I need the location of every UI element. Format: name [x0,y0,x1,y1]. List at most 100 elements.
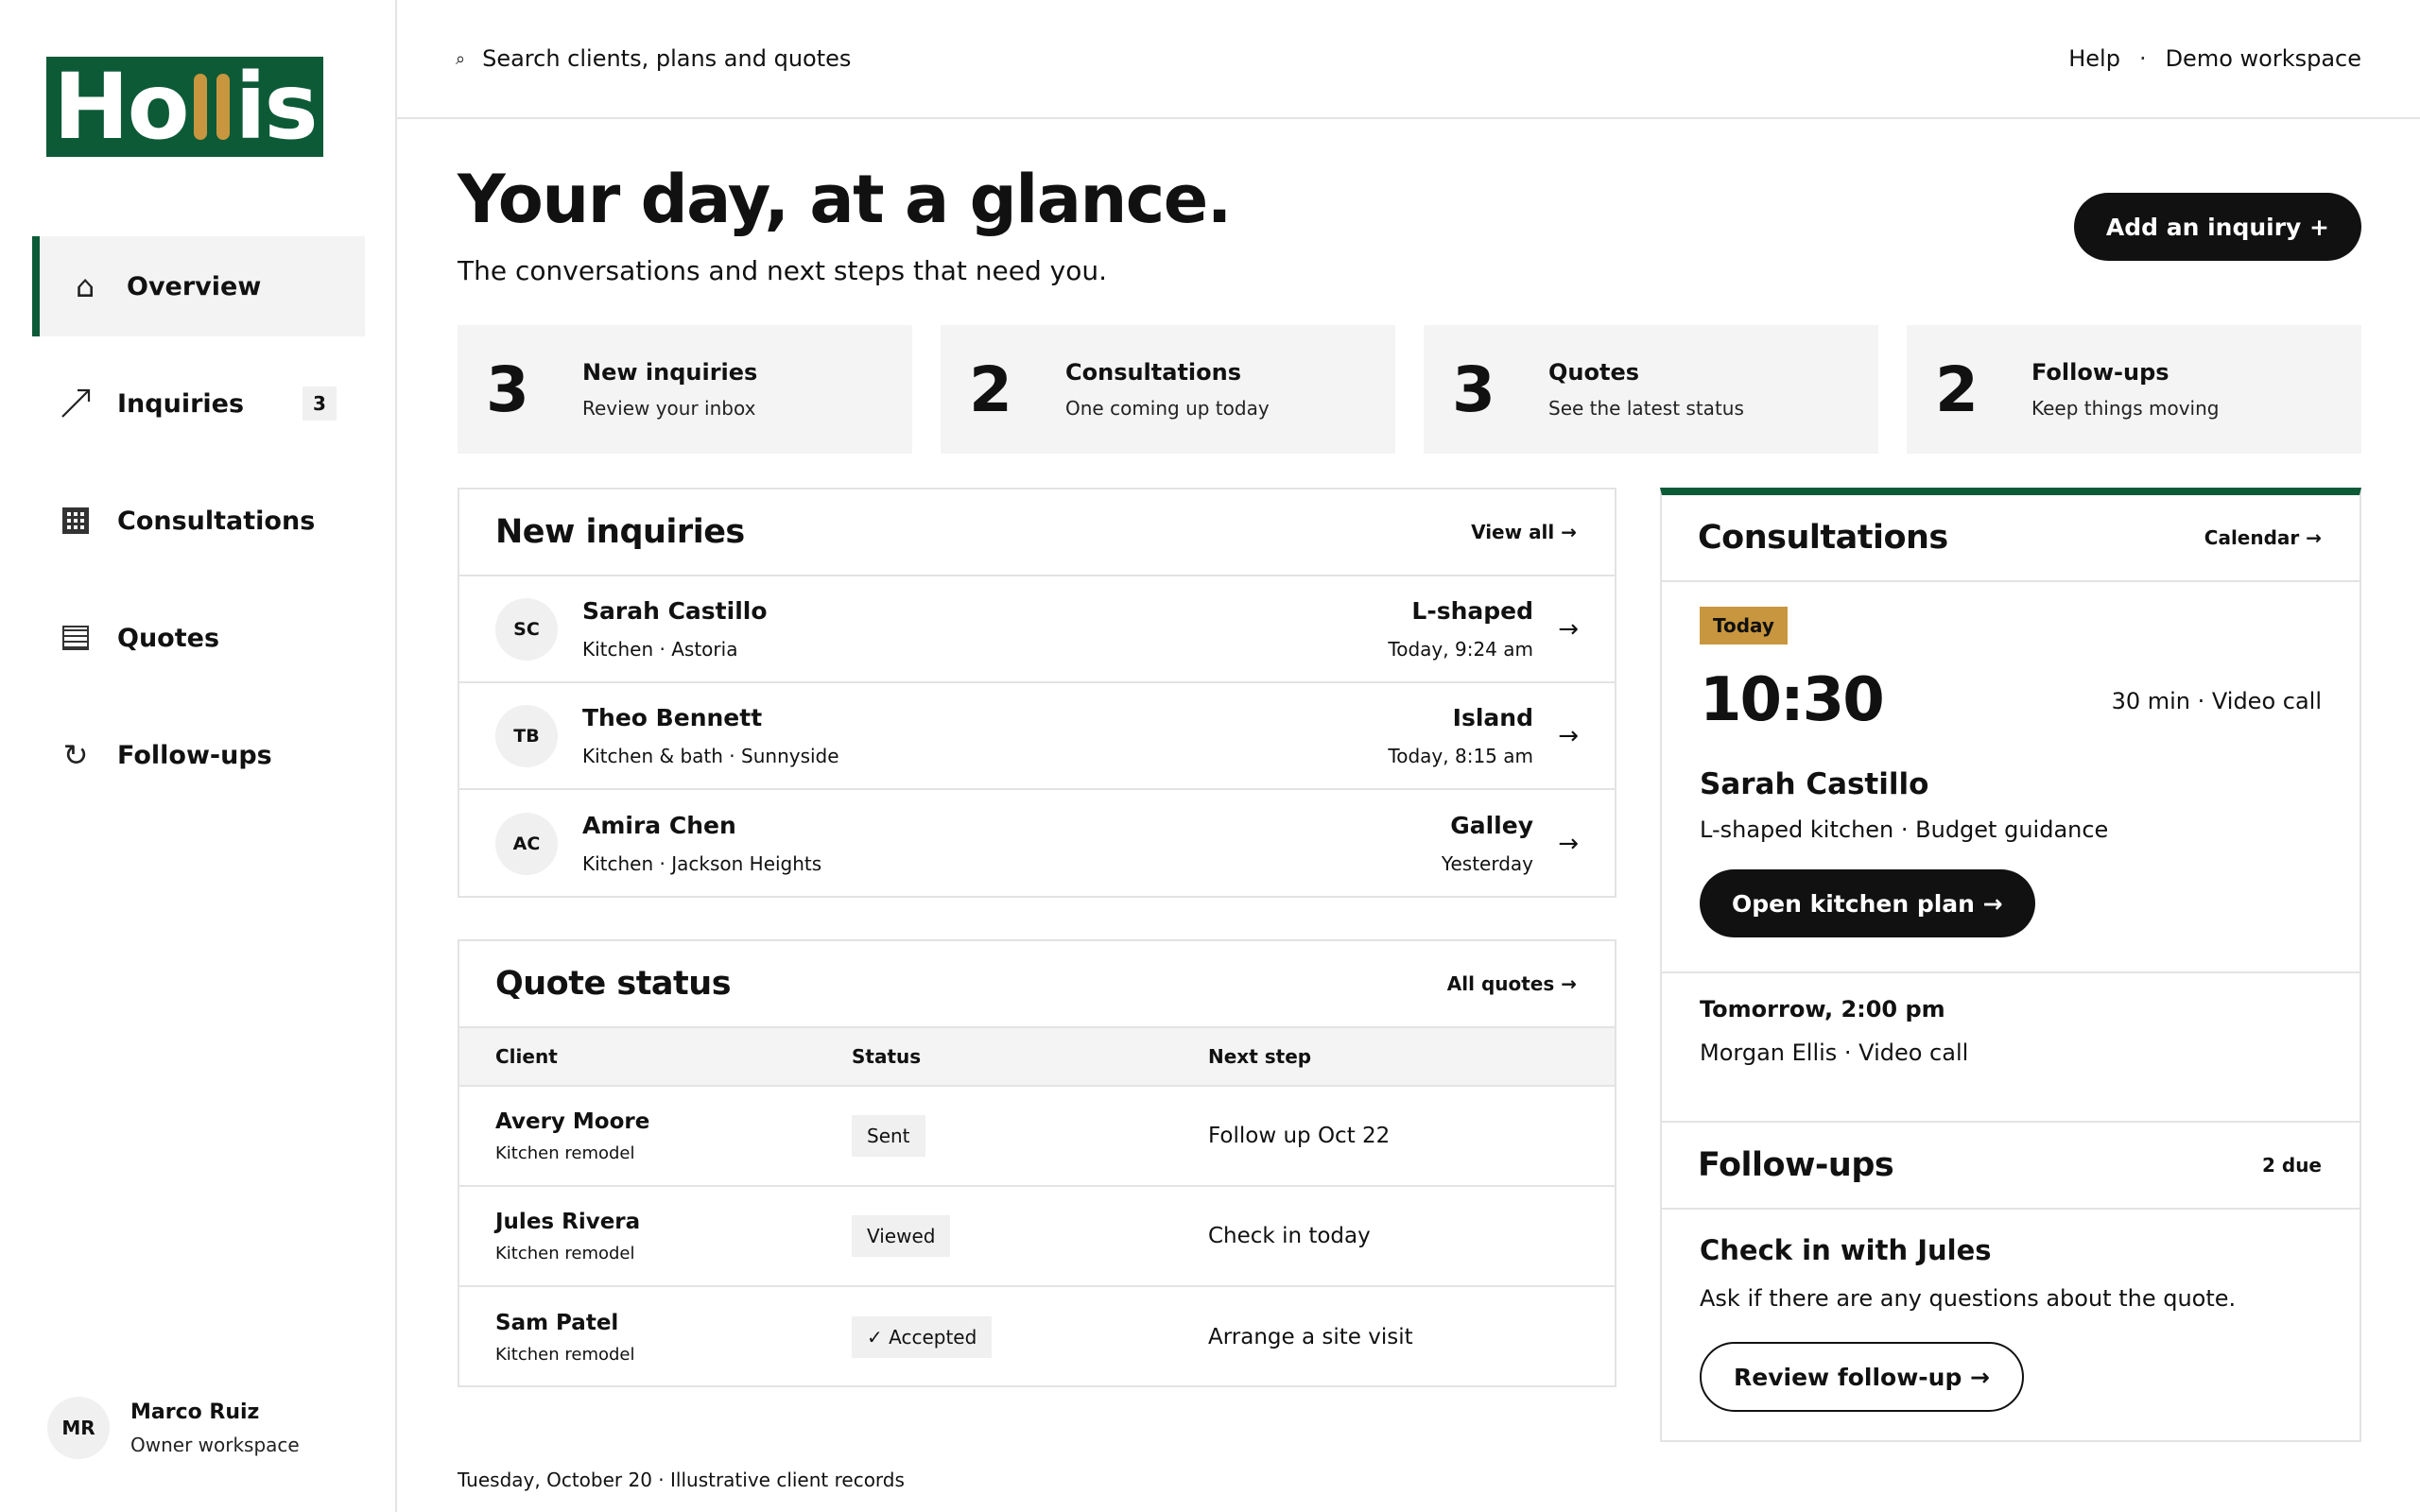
table-header: Client Status Next step [459,1028,1615,1087]
quote-project: Kitchen remodel [495,1243,635,1263]
column-header-status: Status [852,1045,922,1068]
stat-number: 2 [969,352,1012,426]
stat-title: Quotes [1548,359,1640,386]
status-badge: Viewed [852,1215,951,1257]
sidebar-item-follow-ups[interactable]: ↻ Follow-ups [32,705,365,805]
next-consultation-details: Morgan Ellis · Video call [1700,1040,1969,1066]
sidebar-item-quotes[interactable]: Quotes [32,588,365,688]
inquiry-details: Kitchen · Astoria [582,638,738,661]
consultation-meta: 30 min · Video call [2111,688,2322,714]
top-links: Help · Demo workspace [2068,45,2361,72]
inquiries-count-badge: 3 [302,387,337,421]
logo-text-end: is [234,54,319,160]
stat-subtitle: Keep things moving [2031,397,2220,420]
stat-card-quotes[interactable]: 3 Quotes See the latest status [1424,325,1878,454]
table-row[interactable]: Jules Rivera Kitchen remodel Viewed Chec… [459,1187,1615,1287]
new-inquiries-panel: New inquiries View all → SC Sarah Castil… [458,488,1616,898]
consultations-panel: Consultations Calendar → Today 10:30 30 … [1660,488,2361,1198]
stat-number: 3 [486,352,529,426]
follow-ups-count: 2 due [2262,1154,2322,1177]
table-row[interactable]: Sam Patel Kitchen remodel ✓ Accepted Arr… [459,1287,1615,1387]
stat-title: Follow-ups [2031,359,2169,386]
workspace-switcher[interactable]: Demo workspace [2166,45,2361,72]
refresh-icon: ↻ [62,737,89,773]
list-item[interactable]: AC Amira Chen Kitchen · Jackson Heights … [459,790,1615,897]
sidebar-item-label: Follow-ups [117,740,272,770]
review-follow-up-button[interactable]: Review follow-up → [1700,1342,2025,1412]
sidebar-item-overview[interactable]: ⌂ Overview [32,236,365,336]
sidebar-item-consultations[interactable]: Consultations [32,471,365,571]
user-name: Marco Ruiz [130,1400,260,1424]
stat-card-follow-ups[interactable]: 2 Follow-ups Keep things moving [1907,325,2361,454]
list-item[interactable]: SC Sarah Castillo Kitchen · Astoria L-sh… [459,576,1615,683]
stat-card-consultations[interactable]: 2 Consultations One coming up today [941,325,1395,454]
avatar: SC [495,597,558,661]
user-profile[interactable]: MR Marco Ruiz Owner workspace [47,1397,300,1459]
add-inquiry-button[interactable]: Add an inquiry + [2073,193,2361,261]
view-all-link[interactable]: View all → [1471,521,1577,543]
next-consultation-time[interactable]: Tomorrow, 2:00 pm [1700,996,1945,1022]
quote-next-step: Check in today [1208,1224,1371,1248]
inquiry-layout-type: Island [1452,704,1533,731]
open-kitchen-plan-button[interactable]: Open kitchen plan → [1700,869,2035,937]
quote-client-name: Sam Patel [495,1310,619,1335]
all-quotes-link[interactable]: All quotes → [1447,972,1577,995]
inquiry-client-name: Theo Bennett [582,704,763,731]
sidebar-item-label: Overview [127,271,262,301]
brand-logo[interactable]: Ho is [46,57,323,157]
consultation-description: L-shaped kitchen · Budget guidance [1700,816,2109,843]
panel-header: Follow-ups 2 due [1662,1123,2360,1210]
follow-up-title: Check in with Jules [1700,1234,1992,1266]
quote-next-step: Follow up Oct 22 [1208,1124,1391,1148]
help-link[interactable]: Help [2068,45,2120,72]
sidebar-item-label: Inquiries [117,388,245,419]
avatar: AC [495,812,558,875]
page-title: Your day, at a glance. [458,161,1232,238]
panel-title: Consultations [1698,519,1948,557]
sidebar: Ho is ⌂ Overview Inquiries 3 Consultatio… [0,0,397,1512]
calendar-link[interactable]: Calendar → [2204,526,2322,549]
arrow-right-icon[interactable]: → [1558,615,1579,644]
list-item[interactable]: TB Theo Bennett Kitchen & bath · Sunnysi… [459,683,1615,790]
stats-row: 3 New inquiries Review your inbox 2 Cons… [458,325,2361,454]
avatar: TB [495,704,558,767]
separator: · [2138,45,2147,72]
panel-title: Quote status [495,965,732,1003]
arrow-up-right-icon [59,387,93,421]
footer-note: Tuesday, October 20 · Illustrative clien… [458,1469,905,1491]
divider [1662,971,2360,973]
inquiry-layout-type: Galley [1450,812,1533,839]
home-icon: ⌂ [75,268,95,304]
quote-client-name: Avery Moore [495,1108,650,1134]
user-role: Owner workspace [130,1433,300,1456]
quote-project: Kitchen remodel [495,1143,635,1163]
sidebar-item-label: Consultations [117,506,316,536]
stat-number: 3 [1452,352,1495,426]
search-box: ⌕ [456,45,1145,72]
today-badge: Today [1700,607,1788,644]
inquiry-client-name: Amira Chen [582,812,736,839]
avatar: MR [47,1397,110,1459]
search-input[interactable] [482,45,1145,72]
panel-title: Follow-ups [1698,1146,1894,1184]
status-badge: ✓ Accepted [852,1316,993,1358]
quote-client-name: Jules Rivera [495,1209,641,1234]
page-subtitle: The conversations and next steps that ne… [458,255,1107,286]
sidebar-item-inquiries[interactable]: Inquiries 3 [32,353,365,454]
sidebar-nav: ⌂ Overview Inquiries 3 Consultations Quo… [32,236,365,822]
document-lines-icon [59,621,93,655]
panel-header: Consultations Calendar → [1662,495,2360,582]
arrow-right-icon[interactable]: → [1558,722,1579,750]
inquiry-layout-type: L-shaped [1411,597,1533,625]
stat-subtitle: One coming up today [1065,397,1270,420]
calendar-grid-icon [59,504,93,538]
arrow-right-icon[interactable]: → [1558,830,1579,858]
column-header-next-step: Next step [1208,1045,1312,1068]
column-header-client: Client [495,1045,558,1068]
stat-subtitle: See the latest status [1548,397,1744,420]
stat-card-new-inquiries[interactable]: 3 New inquiries Review your inbox [458,325,912,454]
inquiry-details: Kitchen · Jackson Heights [582,852,822,875]
logo-text-start: Ho [53,54,189,160]
table-row[interactable]: Avery Moore Kitchen remodel Sent Follow … [459,1087,1615,1187]
logo-wordmark: Ho is [53,54,319,160]
